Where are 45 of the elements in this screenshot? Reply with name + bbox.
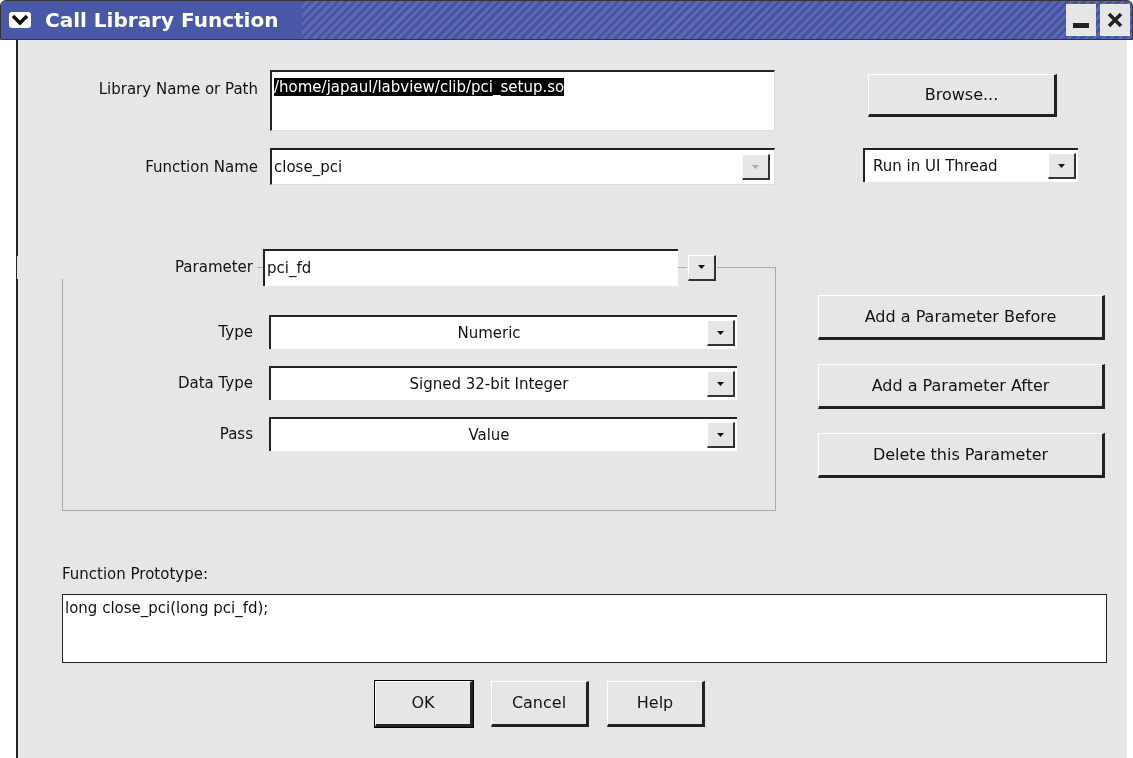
parameter-value: pci_fd — [267, 258, 312, 280]
dialog-button[interactable]: Help — [607, 680, 705, 727]
minimize-button[interactable] — [1066, 4, 1096, 36]
field-label: Parameter — [17, 256, 257, 279]
function-name-value: close_pci — [274, 156, 343, 178]
field-label: Type — [217, 321, 253, 343]
thread-value: Run in UI Thread — [873, 155, 998, 177]
caret-icon — [751, 163, 760, 170]
dropdown-button[interactable] — [707, 320, 735, 346]
caret-icon — [716, 329, 725, 336]
path-field[interactable]: /home/japaul/labview/clib/pci_setup.so — [270, 70, 775, 131]
caret-icon — [716, 431, 725, 438]
dialog-button[interactable]: Browse... — [868, 74, 1057, 117]
dropdown-button[interactable] — [707, 422, 735, 448]
caret-icon — [697, 264, 706, 270]
dropdown-value: Value — [467, 424, 511, 446]
dropdown-button[interactable] — [1048, 153, 1076, 179]
window-title: Call Library Function — [45, 7, 279, 34]
dialog-button[interactable]: Add a Parameter Before — [818, 295, 1105, 340]
dropdown-value: Numeric — [456, 322, 522, 344]
dropdown-field[interactable]: Signed 32-bit Integer — [269, 366, 737, 400]
dialog-button[interactable]: OK — [375, 680, 473, 727]
field-label: Pass — [218, 423, 253, 445]
dropdown-field[interactable]: Numeric — [269, 315, 737, 349]
dropdown-button[interactable] — [707, 371, 735, 397]
close-button[interactable] — [1100, 4, 1130, 36]
path-value: /home/japaul/labview/clib/pci_setup.so — [274, 78, 565, 96]
minimize-icon — [1073, 23, 1089, 28]
close-icon — [1107, 12, 1123, 28]
field-label: Library Name or Path — [97, 79, 258, 100]
chevron-icon[interactable] — [9, 12, 31, 28]
field-label: Data Type — [176, 372, 253, 394]
caret-icon — [716, 380, 725, 387]
dropdown-button[interactable] — [688, 254, 716, 281]
dialog-button[interactable]: Add a Parameter After — [818, 364, 1105, 409]
dropdown-value: Signed 32-bit Integer — [408, 373, 570, 395]
prototype-text: long close_pci(long pci_fd); — [65, 598, 269, 617]
thread-dropdown[interactable]: Run in UI Thread — [863, 148, 1078, 182]
caret-icon — [1057, 162, 1066, 169]
field-label: Function Name — [144, 157, 258, 178]
dialog-button[interactable]: Delete this Parameter — [818, 433, 1105, 478]
parameter-field[interactable]: pci_fd — [263, 249, 678, 286]
dropdown-field[interactable]: Value — [269, 417, 737, 451]
prototype-label: Function Prototype: — [62, 564, 209, 585]
dialog-button[interactable]: Cancel — [491, 680, 589, 727]
